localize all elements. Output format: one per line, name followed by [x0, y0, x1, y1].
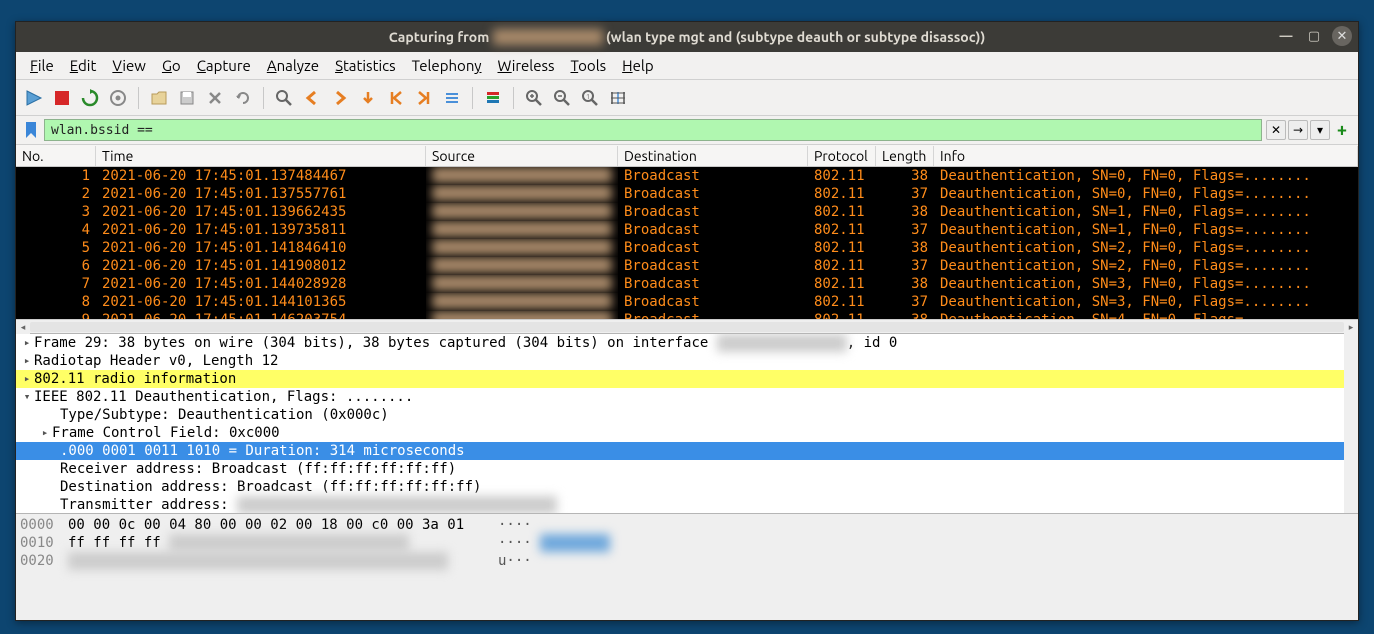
- zoom-reset-button[interactable]: 1: [578, 86, 602, 110]
- detail-radio-info[interactable]: ▸802.11 radio information: [16, 370, 1358, 388]
- go-back-button[interactable]: [300, 86, 324, 110]
- minimize-button[interactable]: —: [1276, 26, 1296, 46]
- menu-edit[interactable]: Edit: [62, 54, 105, 77]
- packet-list[interactable]: 12021-06-20 17:45:01.137484467xBroadcast…: [16, 167, 1358, 319]
- col-length[interactable]: Length: [876, 146, 934, 166]
- resize-columns-button[interactable]: [606, 86, 630, 110]
- go-first-button[interactable]: [384, 86, 408, 110]
- detail-transmitter[interactable]: Transmitter address: xxxxxxx: [16, 496, 1358, 514]
- filter-expression-dropdown[interactable]: ▾: [1310, 120, 1330, 140]
- go-to-packet-button[interactable]: [356, 86, 380, 110]
- col-source[interactable]: Source: [426, 146, 618, 166]
- menu-wireless[interactable]: Wireless: [490, 54, 563, 77]
- find-packet-button[interactable]: [272, 86, 296, 110]
- zoom-in-button[interactable]: [522, 86, 546, 110]
- go-forward-button[interactable]: [328, 86, 352, 110]
- packet-row[interactable]: 22021-06-20 17:45:01.137557761xBroadcast…: [16, 185, 1358, 203]
- close-button[interactable]: ✕: [1332, 26, 1352, 46]
- svg-text:1: 1: [586, 93, 590, 101]
- save-file-button[interactable]: [175, 86, 199, 110]
- menu-analyze[interactable]: Analyze: [259, 54, 327, 77]
- auto-scroll-button[interactable]: [440, 86, 464, 110]
- titlebar: Capturing from xxxxxxxxxx (wlan type mgt…: [16, 22, 1358, 52]
- restart-capture-button[interactable]: [78, 86, 102, 110]
- reload-button[interactable]: [231, 86, 255, 110]
- packet-row[interactable]: 62021-06-20 17:45:01.141908012xBroadcast…: [16, 257, 1358, 275]
- filter-clear-button[interactable]: ✕: [1266, 120, 1286, 140]
- col-destination[interactable]: Destination: [618, 146, 808, 166]
- detail-frame[interactable]: ▸Frame 29: 38 bytes on wire (304 bits), …: [16, 334, 1358, 352]
- filter-bookmark-icon[interactable]: [22, 120, 40, 140]
- toolbar: 1: [16, 80, 1358, 116]
- menubar: File Edit View Go Capture Analyze Statis…: [16, 52, 1358, 80]
- filter-bar: ✕ → ▾ +: [16, 116, 1358, 145]
- detail-fcf[interactable]: ▸Frame Control Field: 0xc000: [16, 424, 1358, 442]
- packet-list-pane: No. Time Source Destination Protocol Len…: [16, 145, 1358, 334]
- col-protocol[interactable]: Protocol: [808, 146, 876, 166]
- menu-telephony[interactable]: Telephony: [404, 54, 490, 77]
- packet-row[interactable]: 32021-06-20 17:45:01.139662435xBroadcast…: [16, 203, 1358, 221]
- detail-ieee80211[interactable]: ▾IEEE 802.11 Deauthentication, Flags: ..…: [16, 388, 1358, 406]
- menu-help[interactable]: Help: [614, 54, 661, 77]
- details-vscrollbar[interactable]: [1344, 334, 1358, 513]
- packet-row[interactable]: 92021-06-20 17:45:01.146203754xBroadcast…: [16, 311, 1358, 319]
- packet-list-header[interactable]: No. Time Source Destination Protocol Len…: [16, 145, 1358, 167]
- packet-list-hscrollbar[interactable]: ◂▸: [16, 319, 1358, 333]
- menu-tools[interactable]: Tools: [563, 54, 615, 77]
- col-info[interactable]: Info: [934, 146, 1358, 166]
- zoom-out-button[interactable]: [550, 86, 574, 110]
- close-file-button[interactable]: [203, 86, 227, 110]
- packet-row[interactable]: 42021-06-20 17:45:01.139735811xBroadcast…: [16, 221, 1358, 239]
- col-time[interactable]: Time: [96, 146, 426, 166]
- menu-statistics[interactable]: Statistics: [327, 54, 404, 77]
- menu-view[interactable]: View: [104, 54, 154, 77]
- menu-go[interactable]: Go: [154, 54, 189, 77]
- open-file-button[interactable]: [147, 86, 171, 110]
- packet-row[interactable]: 12021-06-20 17:45:01.137484467xBroadcast…: [16, 167, 1358, 185]
- menu-capture[interactable]: Capture: [189, 54, 259, 77]
- detail-type-subtype[interactable]: Type/Subtype: Deauthentication (0x000c): [16, 406, 1358, 424]
- detail-receiver[interactable]: Receiver address: Broadcast (ff:ff:ff:ff…: [16, 460, 1358, 478]
- stop-capture-button[interactable]: [50, 86, 74, 110]
- packet-details-pane[interactable]: ▸Frame 29: 38 bytes on wire (304 bits), …: [16, 334, 1358, 514]
- start-capture-button[interactable]: [22, 86, 46, 110]
- packet-row[interactable]: 82021-06-20 17:45:01.144101365xBroadcast…: [16, 293, 1358, 311]
- display-filter-input[interactable]: [44, 119, 1262, 141]
- packet-row[interactable]: 72021-06-20 17:45:01.144028928xBroadcast…: [16, 275, 1358, 293]
- detail-destination[interactable]: Destination address: Broadcast (ff:ff:ff…: [16, 478, 1358, 496]
- detail-duration[interactable]: .000 0001 0011 1010 = Duration: 314 micr…: [16, 442, 1358, 460]
- colorize-button[interactable]: [481, 86, 505, 110]
- app-window: Capturing from xxxxxxxxxx (wlan type mgt…: [15, 21, 1359, 621]
- filter-add-button[interactable]: +: [1332, 120, 1352, 140]
- window-title: Capturing from xxxxxxxxxx (wlan type mgt…: [389, 29, 986, 45]
- go-last-button[interactable]: [412, 86, 436, 110]
- filter-apply-button[interactable]: →: [1288, 120, 1308, 140]
- col-no[interactable]: No.: [16, 146, 96, 166]
- menu-file[interactable]: File: [22, 54, 62, 77]
- packet-row[interactable]: 52021-06-20 17:45:01.141846410xBroadcast…: [16, 239, 1358, 257]
- detail-radiotap[interactable]: ▸Radiotap Header v0, Length 12: [16, 352, 1358, 370]
- maximize-button[interactable]: ▢: [1304, 26, 1324, 46]
- capture-options-button[interactable]: [106, 86, 130, 110]
- packet-bytes-pane[interactable]: 000000 00 0c 00 04 80 00 00 02 00 18 00 …: [16, 514, 1358, 620]
